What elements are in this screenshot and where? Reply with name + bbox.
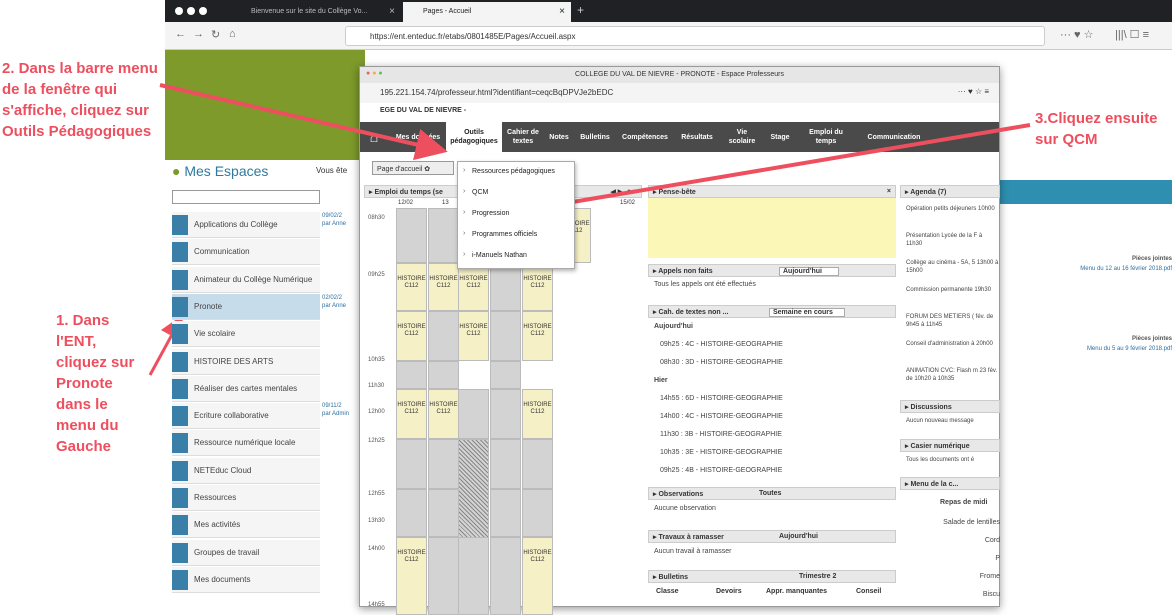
sidebar-item-icon — [172, 296, 188, 317]
sidebar-item-label: Ecriture collaborative — [194, 411, 269, 421]
sidebar-item-label: Applications du Collège — [194, 220, 278, 229]
sidebar-item-icon — [172, 351, 188, 372]
menu-item-imanuels[interactable]: i-Manuels Nathan — [458, 246, 574, 267]
sidebar-item[interactable]: Applications du Collège — [172, 212, 320, 238]
sidebar-item[interactable]: Animateur du Collège Numérique — [172, 266, 320, 293]
sidebar-item-icon — [172, 515, 188, 536]
arrow-step3 — [517, 123, 1031, 222]
sidebar-item-icon — [172, 215, 188, 235]
sidebar-item-label: Ressources — [194, 493, 237, 502]
menu-item-progression[interactable]: Progression — [458, 204, 574, 225]
sidebar-item-label: Groupes de travail — [194, 547, 260, 557]
sidebar-item-icon — [172, 378, 188, 399]
sidebar-item[interactable]: Pronote — [172, 293, 320, 320]
menu-item-programmes[interactable]: Programmes officiels — [458, 225, 574, 246]
sidebar-item-icon — [172, 324, 188, 345]
sidebar-item-label: Animateur du Collège Numérique — [194, 274, 313, 284]
sidebar-item[interactable]: Réaliser des cartes mentales — [172, 375, 320, 402]
menu-item-qcm[interactable]: QCM — [458, 183, 574, 204]
sidebar-item[interactable]: Ressource numérique locale — [172, 430, 320, 457]
menu-item-ressources[interactable]: Ressources pédagogiques — [458, 162, 574, 183]
outils-dropdown: Ressources pédagogiques QCM Progression … — [457, 161, 575, 269]
sidebar-item-label: Pronote — [194, 301, 223, 311]
sidebar-item-icon — [172, 406, 188, 427]
sidebar-item-label: Vie scolaire — [194, 329, 236, 339]
sidebar-item-icon — [172, 542, 188, 563]
sidebar-item-icon — [172, 488, 188, 508]
sidebar-item[interactable]: NETEduc Cloud — [172, 457, 320, 484]
sidebar-item[interactable]: Mes documents — [172, 566, 320, 593]
sidebar-item[interactable]: Ecriture collaborative — [172, 403, 320, 430]
sidebar-item-label: Mes documents — [194, 574, 251, 584]
sidebar-item-label: Mes activités — [194, 520, 241, 530]
sidebar-item-label: HISTOIRE DES ARTS — [194, 356, 274, 366]
sidebar-item-label: NETEduc Cloud — [194, 465, 252, 475]
sidebar-item-icon — [172, 460, 188, 481]
sidebar-item-icon — [172, 269, 188, 290]
sidebar-item[interactable]: Ressources — [172, 485, 320, 511]
sidebar-item-label: Réaliser des cartes mentales — [194, 383, 298, 393]
sidebar-item-icon — [172, 242, 188, 263]
sidebar-item[interactable]: Mes activités — [172, 512, 320, 539]
sidebar-item[interactable]: Groupes de travail — [172, 539, 320, 566]
sidebar-item-icon — [172, 569, 188, 590]
sidebar-item-label: Communication — [194, 247, 250, 257]
sidebar-item-label: Ressource numérique locale — [194, 438, 296, 448]
sidebar-item-icon — [172, 433, 188, 454]
sidebar-item[interactable]: Vie scolaire — [172, 321, 320, 348]
arrow-step2 — [159, 83, 448, 161]
sidebar-item[interactable]: Communication — [172, 239, 320, 266]
sidebar-item[interactable]: HISTOIRE DES ARTS — [172, 348, 320, 375]
